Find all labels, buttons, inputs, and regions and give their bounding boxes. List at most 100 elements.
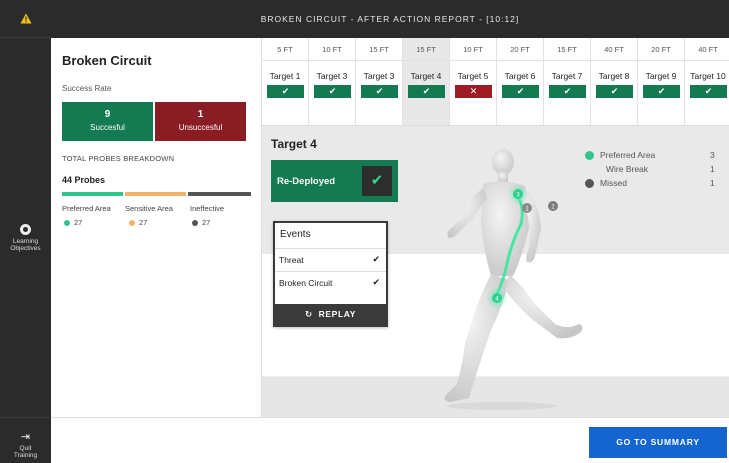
exit-icon: ⇥ [20, 431, 31, 443]
target-name: Target 6 [504, 71, 536, 81]
target-status-check-icon: ✔ [643, 85, 680, 98]
target-distance: 40 FT [604, 45, 624, 54]
check-icon: ✔ [372, 277, 380, 287]
targets-strip: 5 FT Target 1 ✔ 10 FT Target 3 ✔ 15 FT T… [262, 38, 729, 126]
target-distance: 40 FT [698, 45, 718, 54]
go-to-summary-button[interactable]: GO TO SUMMARY [589, 427, 727, 458]
probes-breakdown-label: TOTAL PROBES BREAKDOWN [62, 154, 175, 163]
preferred-area-count-value: 27 [74, 218, 83, 227]
sensitive-area-count-value: 27 [139, 218, 148, 227]
target-tab-8[interactable]: 40 FT Target 8 ✔ [591, 38, 638, 125]
target-tab-6[interactable]: 20 FT Target 6 ✔ [497, 38, 544, 125]
events-title: Events [280, 229, 311, 240]
quit-label-2: Training [13, 452, 38, 459]
unsuccessful-label: Unsuccesful [178, 123, 223, 132]
preferred-dot-icon [64, 219, 70, 226]
target-status-check-icon: ✔ [596, 85, 633, 98]
selected-target-title: Target 4 [271, 137, 317, 151]
footer-bar: GO TO SUMMARY [51, 417, 729, 463]
ineffective-count-value: 27 [202, 218, 211, 227]
target-status-check-icon: ✔ [549, 85, 586, 98]
legend-value: 1 [710, 164, 715, 174]
target-status-check-icon: ✔ [361, 85, 398, 98]
target-tab-10[interactable]: 40 FT Target 10 ✔ [685, 38, 729, 125]
redeployed-status-card: Re-Deployed ✔ [271, 160, 398, 202]
quit-label-1: Quit [19, 445, 32, 452]
sensitive-dot-icon [129, 219, 135, 226]
target-distance: 15 FT [557, 45, 577, 54]
target-detail-view: Target 4 Re-Deployed ✔ Preferred Area 3 … [262, 126, 729, 417]
sensitive-area-label: Sensitive Area [125, 204, 173, 213]
event-label: Broken Circuit [279, 278, 333, 288]
learning-objectives-label-1: Learning [12, 238, 39, 245]
app-logo [0, 0, 51, 38]
check-icon: ✔ [362, 166, 392, 196]
replay-button[interactable]: ↻ REPLAY [275, 304, 386, 325]
learning-objectives-button[interactable]: Learning Objectives [0, 224, 51, 252]
scenario-title: Broken Circuit [62, 53, 152, 68]
target-status-x-icon: ✕ [455, 85, 492, 98]
events-panel: Events Threat ✔ Broken Circuit ✔ ↻ REPLA… [273, 221, 388, 327]
target-name: Target 3 [363, 71, 395, 81]
preferred-area-label: Preferred Area [62, 204, 111, 213]
target-status-check-icon: ✔ [314, 85, 351, 98]
event-row-threat: Threat ✔ [275, 248, 386, 270]
legend-value: 3 [710, 150, 715, 160]
ineffective-label: Ineffective [190, 204, 225, 213]
unsuccessful-count: 1 [197, 109, 204, 120]
sensitive-area-count: 27 [129, 218, 147, 227]
target-name: Target 8 [598, 71, 630, 81]
ineffective-dot-icon [192, 219, 198, 226]
unsuccessful-box: 1 Unsuccesful [155, 102, 246, 141]
objectives-icon [20, 224, 31, 235]
target-name: Target 1 [269, 71, 301, 81]
target-tab-3[interactable]: 15 FT Target 3 ✔ [356, 38, 403, 125]
left-rail: Learning Objectives ⇥ Quit Training [0, 0, 51, 463]
target-status-check-icon: ✔ [408, 85, 445, 98]
event-row-broken-circuit: Broken Circuit ✔ [275, 271, 386, 293]
target-tab-1[interactable]: 5 FT Target 1 ✔ [262, 38, 309, 125]
target-name: Target 7 [551, 71, 583, 81]
target-status-check-icon: ✔ [267, 85, 304, 98]
target-status-check-icon: ✔ [502, 85, 539, 98]
target-tab-5[interactable]: 10 FT Target 5 ✕ [450, 38, 497, 125]
legend-label: Preferred Area [600, 150, 656, 160]
target-figure: 3 1 2 4 [444, 149, 583, 410]
learning-objectives-label-2: Objectives [10, 245, 41, 252]
successful-count: 9 [104, 109, 111, 120]
status-label: Re-Deployed [277, 176, 336, 187]
legend-label: Wire Break [606, 164, 649, 174]
sensitive-area-bar [125, 192, 186, 196]
replay-label: REPLAY [318, 309, 356, 319]
probes-total: 44 Probes [62, 175, 106, 185]
legend-value: 1 [710, 178, 715, 188]
ineffective-count: 27 [192, 218, 210, 227]
check-icon: ✔ [372, 254, 380, 264]
target-distance: 10 FT [322, 45, 342, 54]
summary-panel: Broken Circuit Success Rate 9 Succesful … [51, 38, 262, 417]
target-distance: 15 FT [369, 45, 389, 54]
target-tab-2[interactable]: 10 FT Target 3 ✔ [309, 38, 356, 125]
target-name: Target 3 [316, 71, 348, 81]
replay-icon: ↻ [305, 309, 313, 319]
quit-training-button[interactable]: ⇥ Quit Training [0, 417, 51, 463]
target-distance: 5 FT [277, 45, 293, 54]
target-status-check-icon: ✔ [690, 85, 727, 98]
report-title: BROKEN CIRCUIT - AFTER ACTION REPORT - [… [260, 14, 520, 24]
target-tab-9[interactable]: 20 FT Target 9 ✔ [638, 38, 685, 125]
target-distance: 10 FT [463, 45, 483, 54]
event-label: Threat [279, 255, 304, 265]
preferred-area-count: 27 [64, 218, 82, 227]
successful-label: Succesful [90, 123, 125, 132]
target-name: Target 4 [410, 71, 442, 81]
preferred-area-bar [62, 192, 123, 196]
successful-box: 9 Succesful [62, 102, 153, 141]
legend-label: Missed [600, 178, 627, 188]
success-rate-label: Success Rate [62, 84, 112, 93]
target-name: Target 5 [457, 71, 489, 81]
target-tab-7[interactable]: 15 FT Target 7 ✔ [544, 38, 591, 125]
warning-triangle-icon [20, 13, 31, 24]
target-tab-4-selected[interactable]: 15 FT Target 4 ✔ [403, 38, 450, 125]
ineffective-bar [188, 192, 251, 196]
report-header: BROKEN CIRCUIT - AFTER ACTION REPORT - [… [51, 0, 729, 38]
